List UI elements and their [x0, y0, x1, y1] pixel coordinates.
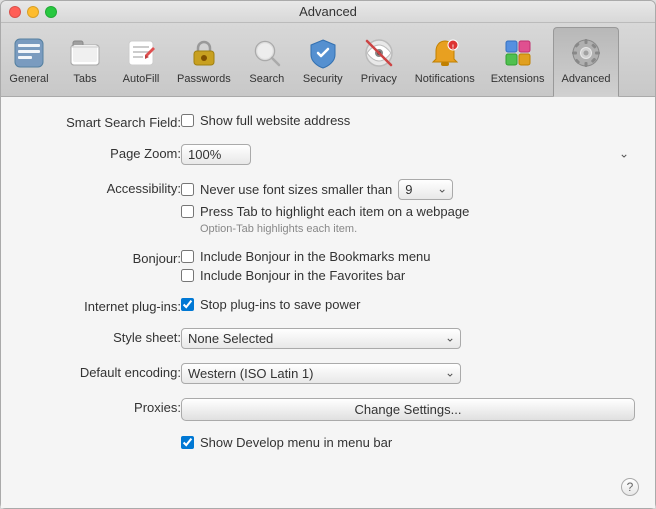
- develop-menu-row: Show Develop menu in menu bar: [21, 435, 635, 458]
- bonjour-row: Bonjour: Include Bonjour in the Bookmark…: [21, 249, 635, 283]
- bonjour-bookmarks-checkbox[interactable]: [181, 250, 194, 263]
- autofill-icon: [125, 37, 157, 69]
- toolbar-item-security[interactable]: Security: [295, 27, 351, 96]
- smart-search-checkbox[interactable]: [181, 114, 194, 127]
- smart-search-row: Smart Search Field: Show full website ad…: [21, 113, 635, 130]
- page-zoom-row: Page Zoom: 100% 75% 85% 115% 125% 150%: [21, 144, 635, 165]
- default-encoding-select[interactable]: Western (ISO Latin 1) UTF-8 Unicode (UTF…: [181, 363, 461, 384]
- bonjour-bookmarks-row: Include Bonjour in the Bookmarks menu: [181, 249, 635, 264]
- develop-menu-checkbox-row: Show Develop menu in menu bar: [181, 435, 392, 450]
- toolbar-label-security: Security: [303, 73, 343, 85]
- advanced-icon: [570, 37, 602, 69]
- smart-search-checkbox-row: Show full website address: [181, 113, 635, 128]
- stop-plugins-row: Stop plug-ins to save power: [181, 297, 635, 312]
- toolbar-label-general: General: [9, 73, 48, 85]
- toolbar-label-passwords: Passwords: [177, 73, 231, 85]
- style-sheet-select-wrapper: None Selected: [181, 328, 461, 349]
- proxies-label: Proxies:: [21, 398, 181, 415]
- traffic-lights: [9, 6, 57, 18]
- press-tab-checkbox[interactable]: [181, 205, 194, 218]
- smart-search-content: Show full website address: [181, 113, 635, 128]
- window-body: Smart Search Field: Show full website ad…: [1, 97, 655, 508]
- smart-search-checkbox-label: Show full website address: [200, 113, 350, 128]
- internet-plugins-label: Internet plug-ins:: [21, 297, 181, 314]
- change-settings-button[interactable]: Change Settings...: [181, 398, 635, 421]
- passwords-icon: [188, 37, 220, 69]
- maximize-button[interactable]: [45, 6, 57, 18]
- toolbar-item-autofill[interactable]: AutoFill: [113, 27, 169, 96]
- extensions-icon: [502, 37, 534, 69]
- titlebar: Advanced: [1, 1, 655, 23]
- bonjour-favorites-checkbox[interactable]: [181, 269, 194, 282]
- style-sheet-label: Style sheet:: [21, 328, 181, 345]
- toolbar-label-privacy: Privacy: [361, 73, 397, 85]
- style-sheet-row: Style sheet: None Selected: [21, 328, 635, 349]
- svg-text:!: !: [452, 45, 454, 51]
- proxies-row: Proxies: Change Settings...: [21, 398, 635, 421]
- toolbar-item-search[interactable]: Search: [239, 27, 295, 96]
- security-icon: [307, 37, 339, 69]
- smart-search-label: Smart Search Field:: [21, 113, 181, 130]
- accessibility-font-row: Never use font sizes smaller than 9 10 1…: [181, 179, 635, 200]
- general-icon: [13, 37, 45, 69]
- default-encoding-content: Western (ISO Latin 1) UTF-8 Unicode (UTF…: [181, 363, 635, 384]
- internet-plugins-content: Stop plug-ins to save power: [181, 297, 635, 312]
- toolbar-label-autofill: AutoFill: [123, 73, 160, 85]
- accessibility-hint: Option-Tab highlights each item.: [200, 223, 635, 235]
- default-encoding-row: Default encoding: Western (ISO Latin 1) …: [21, 363, 635, 384]
- stop-plugins-checkbox[interactable]: [181, 298, 194, 311]
- toolbar-label-extensions: Extensions: [491, 73, 545, 85]
- bonjour-label: Bonjour:: [21, 249, 181, 266]
- accessibility-row: Accessibility: Never use font sizes smal…: [21, 179, 635, 235]
- bonjour-favorites-label: Include Bonjour in the Favorites bar: [200, 268, 405, 283]
- window-title: Advanced: [299, 4, 357, 19]
- toolbar-item-advanced[interactable]: Advanced: [553, 27, 620, 97]
- close-button[interactable]: [9, 6, 21, 18]
- toolbar-item-passwords[interactable]: Passwords: [169, 27, 239, 96]
- internet-plugins-row: Internet plug-ins: Stop plug-ins to save…: [21, 297, 635, 314]
- style-sheet-select[interactable]: None Selected: [181, 328, 461, 349]
- page-zoom-content: 100% 75% 85% 115% 125% 150%: [181, 144, 635, 165]
- search-icon: [251, 37, 283, 69]
- toolbar-label-tabs: Tabs: [73, 73, 96, 85]
- help-button[interactable]: ?: [621, 478, 639, 496]
- bonjour-content: Include Bonjour in the Bookmarks menu In…: [181, 249, 635, 283]
- default-encoding-label: Default encoding:: [21, 363, 181, 380]
- accessibility-font-label: Never use font sizes smaller than: [200, 182, 392, 197]
- bonjour-bookmarks-label: Include Bonjour in the Bookmarks menu: [200, 249, 431, 264]
- develop-menu-label: Show Develop menu in menu bar: [200, 435, 392, 450]
- press-tab-row: Press Tab to highlight each item on a we…: [181, 204, 635, 219]
- default-encoding-select-wrapper: Western (ISO Latin 1) UTF-8 Unicode (UTF…: [181, 363, 461, 384]
- bonjour-favorites-row: Include Bonjour in the Favorites bar: [181, 268, 635, 283]
- toolbar-item-notifications[interactable]: ! Notifications: [407, 27, 483, 96]
- font-size-select[interactable]: 9 10 12 14 18 24: [398, 179, 453, 200]
- accessibility-label: Accessibility:: [21, 179, 181, 196]
- page-zoom-select[interactable]: 100% 75% 85% 115% 125% 150%: [181, 144, 251, 165]
- toolbar: General Tabs: [1, 23, 655, 97]
- press-tab-label: Press Tab to highlight each item on a we…: [200, 204, 469, 219]
- page-zoom-label: Page Zoom:: [21, 144, 181, 161]
- toolbar-label-notifications: Notifications: [415, 73, 475, 85]
- toolbar-item-general[interactable]: General: [1, 27, 57, 96]
- page-zoom-select-wrapper: 100% 75% 85% 115% 125% 150%: [181, 144, 635, 165]
- tabs-icon: [69, 37, 101, 69]
- toolbar-item-privacy[interactable]: Privacy: [351, 27, 407, 96]
- privacy-icon: [363, 37, 395, 69]
- develop-menu-checkbox[interactable]: [181, 436, 194, 449]
- toolbar-item-tabs[interactable]: Tabs: [57, 27, 113, 96]
- toolbar-item-extensions[interactable]: Extensions: [483, 27, 553, 96]
- notifications-icon: !: [429, 37, 461, 69]
- content-area: Smart Search Field: Show full website ad…: [1, 97, 655, 508]
- font-size-select-wrapper: 9 10 12 14 18 24: [398, 179, 453, 200]
- stop-plugins-label: Stop plug-ins to save power: [200, 297, 360, 312]
- style-sheet-content: None Selected: [181, 328, 635, 349]
- toolbar-label-search: Search: [249, 73, 284, 85]
- window: Advanced General: [0, 0, 656, 509]
- toolbar-label-advanced: Advanced: [562, 73, 611, 85]
- accessibility-content: Never use font sizes smaller than 9 10 1…: [181, 179, 635, 235]
- minimize-button[interactable]: [27, 6, 39, 18]
- accessibility-font-checkbox[interactable]: [181, 183, 194, 196]
- proxies-content: Change Settings...: [181, 398, 635, 421]
